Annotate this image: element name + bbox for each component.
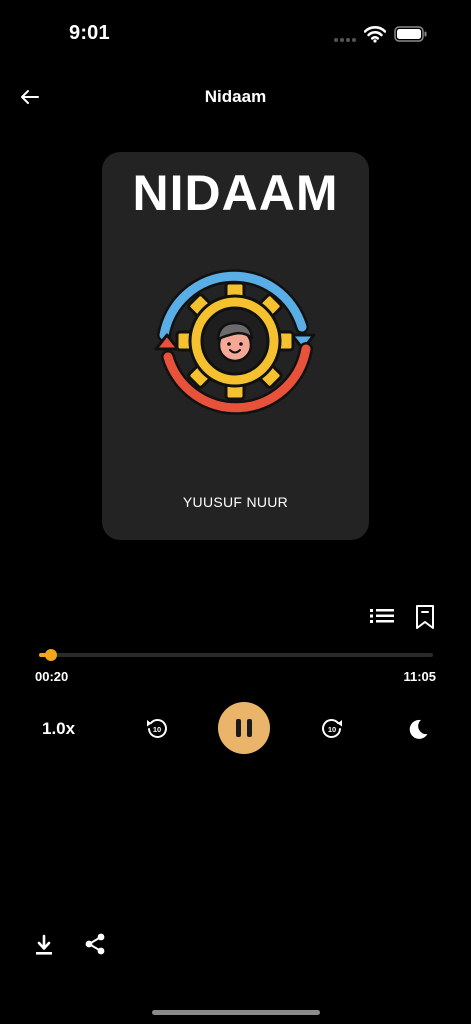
status-time: 9:01 [69,22,110,44]
cover-author: YUUSUF NUUR [182,494,289,510]
cellular-signal-icon [334,38,358,43]
moon-sleep-timer-icon[interactable] [406,717,430,741]
progress-thumb[interactable] [45,649,57,661]
list-icon[interactable] [368,604,396,628]
progress-track[interactable] [39,653,433,657]
gear-person-cycle-icon [154,269,316,415]
elapsed-time: 00:20 [35,669,69,684]
home-indicator[interactable] [152,1010,320,1015]
cover-card: NIDAAM YUUSUF NUUR [102,152,369,540]
forward-seconds-label: 10 [328,725,336,734]
pause-button[interactable] [218,702,270,754]
download-icon[interactable] [33,933,55,957]
rewind-10-icon[interactable]: 10 [143,714,171,742]
battery-icon [394,26,427,42]
playback-speed-button[interactable]: 1.0x [42,719,75,739]
wifi-icon [364,26,386,43]
total-time: 11:05 [403,669,436,684]
forward-10-icon[interactable]: 10 [318,714,346,742]
rewind-seconds-label: 10 [153,725,161,734]
bookmark-icon[interactable] [412,603,438,631]
cover-title: NIDAAM [132,165,339,221]
page-title: Nidaam [204,87,267,106]
pause-icon [236,719,241,737]
share-icon[interactable] [83,932,107,956]
